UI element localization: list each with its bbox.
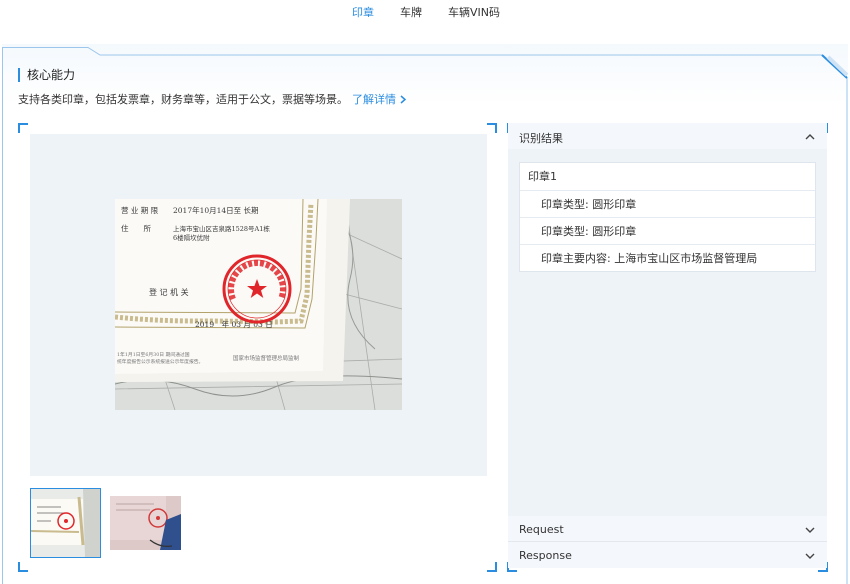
- thumbnail-certificate[interactable]: [30, 488, 101, 558]
- tab-license-plate[interactable]: 车牌: [400, 4, 422, 20]
- corner-bracket: [487, 562, 497, 572]
- request-accordion-header[interactable]: Request: [508, 516, 827, 542]
- learn-more-link[interactable]: 了解详情: [352, 93, 407, 106]
- recognition-result-panel: 识别结果 印章1 印章类型: 圆形印章 印章类型: 圆形印章 印章主要内容: 上…: [508, 123, 827, 568]
- tab-vin[interactable]: 车辆VIN码: [448, 4, 500, 20]
- certificate-image: 营 业 期 限 2017年10月14日至 长期 住 所 上海市宝山区吉泉路152…: [115, 199, 402, 410]
- thumbnail-red-seal[interactable]: [110, 496, 181, 550]
- doc-footer-right: 国家市场监督管理总局监制: [233, 354, 300, 362]
- corner-bracket: [487, 123, 497, 133]
- learn-more-label: 了解详情: [352, 93, 396, 106]
- doc-label-term: 营 业 期 限: [121, 205, 159, 215]
- result-row-content: 印章主要内容: 上海市宝山区市场监督管理局: [520, 244, 815, 271]
- corner-bracket: [18, 123, 28, 133]
- thumbnail-red-seal-image: [110, 496, 181, 550]
- response-label: Response: [519, 549, 572, 562]
- result-list: 印章1 印章类型: 圆形印章 印章类型: 圆形印章 印章主要内容: 上海市宝山区…: [519, 162, 816, 272]
- doc-footer-left-2: 统年度报告公示系统报送公示年度报告。: [117, 358, 203, 365]
- request-label: Request: [519, 523, 564, 536]
- result-header-label: 识别结果: [519, 132, 563, 145]
- corner-bracket: [18, 562, 28, 572]
- section-title: 核心能力: [18, 68, 75, 82]
- chevron-down-icon: [805, 553, 815, 559]
- result-accordion-header[interactable]: 识别结果: [508, 123, 827, 149]
- section-description: 支持各类印章，包括发票章，财务章等，适用于公文，票据等场景。 了解详情: [18, 91, 407, 107]
- doc-value-term: 2017年10月14日至 长期: [173, 205, 259, 215]
- doc-footer-left: 1年1月1日至6月30日 期间通过国: [117, 351, 190, 358]
- doc-value-address-2: 6楼隔坎优附: [173, 233, 210, 242]
- result-row-type: 印章类型: 圆形印章: [520, 190, 815, 217]
- thumbnail-certificate-image: [31, 489, 100, 557]
- doc-label-authority: 登 记 机 关: [149, 287, 189, 297]
- description-text: 支持各类印章，包括发票章，财务章等，适用于公文，票据等场景。: [18, 93, 348, 106]
- result-row-type: 印章类型: 圆形印章: [520, 217, 815, 244]
- chevron-right-icon: [400, 95, 407, 104]
- doc-label-address: 住 所: [121, 223, 151, 233]
- chevron-down-icon: [805, 527, 815, 533]
- tab-seal[interactable]: 印章: [352, 4, 374, 20]
- doc-value-address: 上海市宝山区吉泉路1528号A1栋: [173, 224, 270, 233]
- seal-title: 印章1: [528, 170, 557, 183]
- chevron-up-icon: [805, 134, 815, 140]
- tab-bar: 印章 车牌 车辆VIN码: [0, 0, 850, 26]
- certificate-photo: 营 业 期 限 2017年10月14日至 长期 住 所 上海市宝山区吉泉路152…: [115, 199, 402, 410]
- response-accordion-header[interactable]: Response: [508, 542, 827, 568]
